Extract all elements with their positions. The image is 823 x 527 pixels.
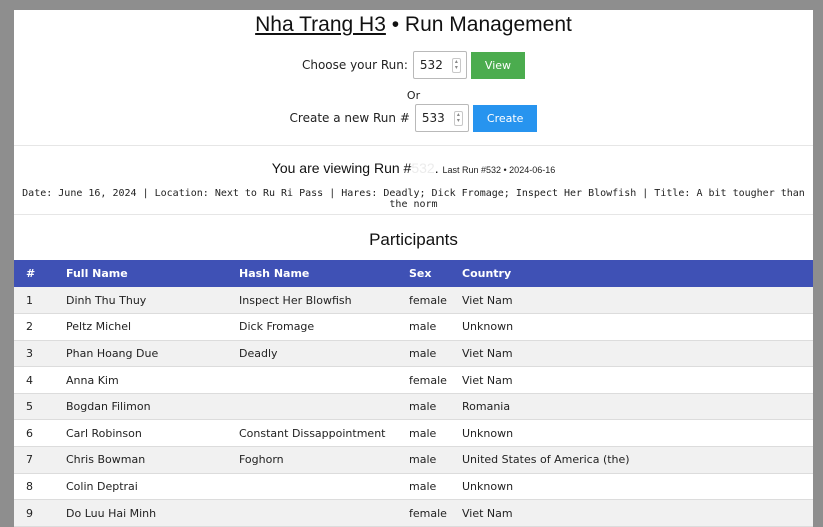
table-row: 4 Anna Kim female Viet Nam xyxy=(14,366,813,394)
viewing-suffix: . xyxy=(434,160,439,176)
home-link[interactable]: Nha Trang H3 xyxy=(255,13,386,36)
choose-run-label: Choose your Run: xyxy=(301,58,408,72)
cell-sex: male xyxy=(397,340,450,368)
cell-number: 6 xyxy=(14,419,54,448)
viewing-run-number: 532 xyxy=(411,160,435,176)
column-header-sex: Sex xyxy=(409,267,432,280)
create-run-row: Create a new Run # 533 ▴ ▾ Create xyxy=(14,104,813,132)
run-details: Date: June 16, 2024 | Location: Next to … xyxy=(22,188,805,210)
stepper-arrows-icon[interactable]: ▴ ▾ xyxy=(453,111,463,126)
choose-run-value: 532 xyxy=(419,58,443,72)
column-header-full-name: Full Name xyxy=(66,267,128,280)
create-run-value: 533 xyxy=(421,111,445,125)
cell-sex: female xyxy=(397,499,450,527)
viewing-prefix: You are viewing Run # xyxy=(271,160,412,176)
cell-country: Viet Nam xyxy=(450,340,813,368)
column-header-country: Country xyxy=(462,267,512,280)
cell-hash-name: Deadly xyxy=(227,340,397,368)
cell-number: 7 xyxy=(14,446,54,474)
cell-sex: female xyxy=(397,366,450,394)
divider xyxy=(14,145,813,146)
create-button[interactable]: Create xyxy=(472,104,538,132)
cell-full-name: Bogdan Filimon xyxy=(54,393,227,421)
cell-full-name: Peltz Michel xyxy=(54,313,227,341)
title-text: Run Management xyxy=(404,13,572,36)
cell-country: Unknown xyxy=(450,419,813,448)
cell-country: Romania xyxy=(450,393,813,421)
cell-number: 9 xyxy=(14,499,54,527)
cell-number: 2 xyxy=(14,313,54,341)
cell-full-name: Dinh Thu Thuy xyxy=(54,287,227,315)
participants-table: # Full Name Hash Name Sex Country 1 Dinh… xyxy=(14,260,813,527)
table-row: 6 Carl Robinson Constant Dissappointment… xyxy=(14,419,813,448)
participants-title: Participants xyxy=(369,230,458,249)
cell-full-name: Colin Deptrai xyxy=(54,473,227,501)
cell-country: Viet Nam xyxy=(450,366,813,394)
cell-full-name: Phan Hoang Due xyxy=(54,340,227,368)
column-header-hash-name: Hash Name xyxy=(239,267,310,280)
cell-hash-name xyxy=(227,473,397,501)
cell-sex: male xyxy=(397,419,450,448)
cell-hash-name: Dick Fromage xyxy=(227,313,397,341)
page-title: Nha Trang H3 • Run Management xyxy=(14,13,813,37)
cell-country: Unknown xyxy=(450,473,813,501)
cell-hash-name: Constant Dissappointment xyxy=(227,419,397,448)
cell-hash-name xyxy=(227,366,397,394)
choose-run-stepper[interactable]: 532 ▴ ▾ xyxy=(412,51,467,79)
cell-full-name: Do Luu Hai Minh xyxy=(54,499,227,527)
table-row: 9 Do Luu Hai Minh female Viet Nam xyxy=(14,499,813,527)
cell-country: United States of America (the) xyxy=(450,446,813,474)
cell-country: Unknown xyxy=(450,313,813,341)
cell-number: 4 xyxy=(14,366,54,394)
cell-number: 3 xyxy=(14,340,54,368)
cell-country: Viet Nam xyxy=(450,499,813,527)
cell-sex: male xyxy=(397,393,450,421)
viewing-status: You are viewing Run #532. Last Run #532 … xyxy=(14,160,813,176)
cell-sex: male xyxy=(397,473,450,501)
table-row: 3 Phan Hoang Due Deadly male Viet Nam xyxy=(14,340,813,368)
column-header-number: # xyxy=(26,267,36,280)
create-run-label: Create a new Run # xyxy=(289,111,410,125)
cell-sex: male xyxy=(397,446,450,474)
table-row: 7 Chris Bowman Foghorn male United State… xyxy=(14,446,813,474)
cell-sex: female xyxy=(397,287,450,315)
table-header-row: # Full Name Hash Name Sex Country xyxy=(14,260,813,287)
cell-number: 1 xyxy=(14,287,54,315)
cell-full-name: Chris Bowman xyxy=(54,446,227,474)
table-row: 2 Peltz Michel Dick Fromage male Unknown xyxy=(14,313,813,341)
create-run-stepper[interactable]: 533 ▴ ▾ xyxy=(414,104,469,132)
table-row: 1 Dinh Thu Thuy Inspect Her Blowfish fem… xyxy=(14,287,813,315)
cell-number: 5 xyxy=(14,393,54,421)
or-text: Or xyxy=(406,89,421,102)
cell-hash-name: Inspect Her Blowfish xyxy=(227,287,397,315)
cell-hash-name: Foghorn xyxy=(227,446,397,474)
table-row: 5 Bogdan Filimon male Romania xyxy=(14,393,813,421)
cell-country: Viet Nam xyxy=(450,287,813,315)
stepper-arrows-icon[interactable]: ▴ ▾ xyxy=(451,58,461,73)
title-separator: • xyxy=(385,13,405,36)
view-button[interactable]: View xyxy=(470,51,526,79)
choose-run-row: Choose your Run: 532 ▴ ▾ View xyxy=(14,51,813,79)
cell-full-name: Anna Kim xyxy=(54,366,227,394)
divider xyxy=(14,214,813,215)
cell-hash-name xyxy=(227,393,397,421)
cell-number: 8 xyxy=(14,473,54,501)
cell-full-name: Carl Robinson xyxy=(54,419,227,448)
cell-sex: male xyxy=(397,313,450,341)
cell-hash-name xyxy=(227,499,397,527)
run-management-panel: Nha Trang H3 • Run Management Choose you… xyxy=(14,10,813,527)
last-run-info: Last Run #532 • 2024-06-16 xyxy=(442,165,556,175)
table-row: 8 Colin Deptrai male Unknown xyxy=(14,473,813,501)
